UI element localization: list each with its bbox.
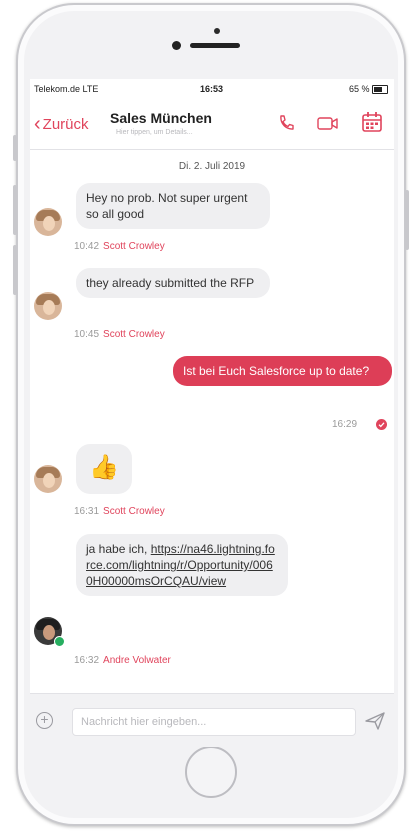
battery-icon — [372, 85, 388, 95]
message-meta: 10:42 Scott Crowley — [74, 241, 165, 252]
mute-switch — [13, 135, 17, 161]
power-button — [405, 190, 409, 250]
message-author[interactable]: Scott Crowley — [103, 241, 165, 252]
chat-subtitle[interactable]: Hier tippen, um Details... — [116, 129, 193, 136]
chat-header: ‹ Zurück Sales München Hier tippen, um De… — [30, 99, 394, 150]
read-check-icon — [376, 419, 387, 430]
composer-bar: + — [30, 693, 394, 747]
chat-screen: Telekom.de LTE 16:53 65 % ‹ Zurück Sales … — [30, 79, 394, 747]
home-button[interactable] — [185, 746, 237, 798]
online-status-indicator — [54, 636, 65, 647]
avatar[interactable] — [34, 465, 62, 493]
message-author[interactable]: Andre Volwater — [103, 655, 171, 666]
battery-indicator: 65 % — [348, 84, 388, 95]
volume-up-button — [13, 185, 17, 235]
avatar[interactable] — [34, 292, 62, 320]
message-input[interactable] — [72, 708, 356, 736]
back-label: Zurück — [42, 116, 89, 133]
message-meta: 16:32 Andre Volwater — [74, 655, 171, 666]
message-meta: 16:31 Scott Crowley — [74, 506, 165, 517]
plus-icon[interactable]: + — [36, 712, 53, 729]
message-bubble-outgoing[interactable]: Ist bei Euch Salesforce up to date? — [173, 356, 392, 386]
clock: 16:53 — [200, 84, 224, 94]
carrier-label: Telekom.de LTE — [34, 84, 99, 94]
volume-down-button — [13, 245, 17, 295]
status-bar: Telekom.de LTE 16:53 65 % — [30, 79, 394, 99]
date-separator: Di. 2. Juli 2019 — [178, 161, 246, 172]
video-icon[interactable] — [316, 113, 340, 133]
front-camera — [172, 41, 181, 50]
message-text: ja habe ich, — [86, 542, 151, 556]
phone-icon[interactable] — [276, 113, 296, 133]
proximity-sensor — [214, 28, 220, 34]
message-meta: 10:45 Scott Crowley — [74, 329, 165, 340]
message-time: 10:45 — [74, 329, 100, 340]
message-time: 16:32 — [74, 655, 100, 666]
chevron-left-icon: ‹ — [34, 113, 41, 135]
battery-percent: 65 % — [348, 84, 370, 94]
message-bubble[interactable]: Hey no prob. Not super urgent so all goo… — [76, 183, 270, 229]
message-time: 10:42 — [74, 241, 100, 252]
message-bubble[interactable]: they already submitted the RFP — [76, 268, 270, 298]
avatar[interactable] — [34, 208, 62, 236]
message-author[interactable]: Scott Crowley — [103, 506, 165, 517]
message-time: 16:29 — [332, 419, 358, 430]
message-meta: 16:29 — [332, 419, 357, 430]
send-icon[interactable] — [364, 710, 386, 732]
message-author[interactable]: Scott Crowley — [103, 329, 165, 340]
earpiece-speaker — [190, 43, 240, 48]
back-button[interactable]: ‹ Zurück — [34, 113, 89, 135]
message-bubble[interactable]: ja habe ich, https://na46.lightning.forc… — [76, 534, 288, 596]
message-time: 16:31 — [74, 506, 100, 517]
calendar-icon[interactable] — [360, 110, 384, 134]
thumbs-up-icon[interactable]: 👍 — [76, 444, 132, 494]
chat-title[interactable]: Sales München — [110, 110, 212, 126]
